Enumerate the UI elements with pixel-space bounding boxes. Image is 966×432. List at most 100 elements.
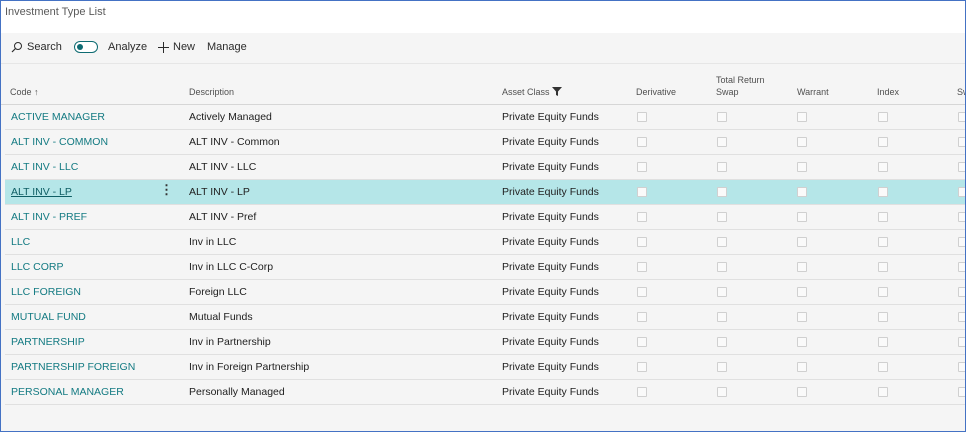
derivative-checkbox[interactable]	[637, 337, 647, 347]
table-row[interactable]: ALT INV - COMMON ALT INV - Common Private …	[5, 130, 965, 155]
code-link[interactable]: ALT INV - LLC	[11, 161, 78, 173]
table-row[interactable]: PARTNERSHIP FOREIGN Inv in Foreign Partne…	[5, 355, 965, 380]
index-checkbox[interactable]	[878, 137, 888, 147]
new-button[interactable]: New	[158, 41, 195, 53]
table-row[interactable]: PERSONAL MANAGER Personally Managed Privat…	[5, 380, 965, 405]
derivative-checkbox[interactable]	[637, 262, 647, 272]
column-header-warrant[interactable]: Warrant	[797, 87, 829, 97]
warrant-checkbox[interactable]	[797, 287, 807, 297]
code-link[interactable]: PARTNERSHIP	[11, 336, 85, 348]
table-row[interactable]: ALT INV - PREF ALT INV - Pref Private Equi…	[5, 205, 965, 230]
index-checkbox[interactable]	[878, 187, 888, 197]
column-header-total-return-swap-line1[interactable]: Total Return	[716, 75, 765, 85]
table-row[interactable]: ACTIVE MANAGER Actively Managed Private Eq…	[5, 105, 965, 130]
total-return-swap-checkbox[interactable]	[717, 262, 727, 272]
cut-off-checkbox[interactable]	[958, 212, 965, 222]
derivative-checkbox[interactable]	[637, 387, 647, 397]
table-row[interactable]: PARTNERSHIP Inv in Partnership Private Equ…	[5, 330, 965, 355]
index-checkbox[interactable]	[878, 162, 888, 172]
column-header-code[interactable]: Code ↑	[10, 87, 39, 97]
code-link[interactable]: PERSONAL MANAGER	[11, 386, 124, 398]
total-return-swap-checkbox[interactable]	[717, 387, 727, 397]
cut-off-checkbox[interactable]	[958, 137, 965, 147]
warrant-checkbox[interactable]	[797, 137, 807, 147]
warrant-checkbox[interactable]	[797, 337, 807, 347]
total-return-swap-checkbox[interactable]	[717, 287, 727, 297]
total-return-swap-checkbox[interactable]	[717, 137, 727, 147]
cut-off-checkbox[interactable]	[958, 112, 965, 122]
index-checkbox[interactable]	[878, 337, 888, 347]
derivative-checkbox[interactable]	[637, 137, 647, 147]
column-header-description[interactable]: Description	[189, 87, 234, 97]
cut-off-checkbox[interactable]	[958, 362, 965, 372]
column-header-derivative[interactable]: Derivative	[636, 87, 676, 97]
code-link[interactable]: LLC FOREIGN	[11, 286, 81, 298]
code-link[interactable]: ACTIVE MANAGER	[11, 111, 105, 123]
derivative-checkbox[interactable]	[637, 112, 647, 122]
cut-off-checkbox[interactable]	[958, 162, 965, 172]
table-row[interactable]: ALT INV - LP ⋮ ALT INV - LP Private Equity …	[5, 180, 965, 205]
warrant-checkbox[interactable]	[797, 112, 807, 122]
total-return-swap-checkbox[interactable]	[717, 112, 727, 122]
search-button[interactable]: Search	[11, 41, 62, 53]
total-return-swap-checkbox[interactable]	[717, 337, 727, 347]
index-checkbox[interactable]	[878, 387, 888, 397]
warrant-checkbox[interactable]	[797, 162, 807, 172]
derivative-checkbox[interactable]	[637, 237, 647, 247]
code-link[interactable]: ALT INV - COMMON	[11, 136, 108, 148]
code-link[interactable]: PARTNERSHIP FOREIGN	[11, 361, 135, 373]
index-checkbox[interactable]	[878, 287, 888, 297]
cut-off-checkbox[interactable]	[958, 287, 965, 297]
code-link[interactable]: ALT INV - LP	[11, 186, 72, 198]
column-header-cut-off[interactable]: Sw	[957, 87, 965, 97]
total-return-swap-checkbox[interactable]	[717, 212, 727, 222]
derivative-checkbox[interactable]	[637, 212, 647, 222]
row-menu-icon[interactable]: ⋮	[160, 183, 173, 196]
toggle-switch-icon[interactable]	[74, 41, 98, 53]
total-return-swap-checkbox[interactable]	[717, 187, 727, 197]
description-cell: Inv in Partnership	[189, 336, 271, 348]
warrant-checkbox[interactable]	[797, 312, 807, 322]
analyze-toggle[interactable]: Analyze	[74, 41, 147, 53]
cut-off-checkbox[interactable]	[958, 187, 965, 197]
derivative-checkbox[interactable]	[637, 362, 647, 372]
total-return-swap-checkbox[interactable]	[717, 312, 727, 322]
derivative-checkbox[interactable]	[637, 187, 647, 197]
derivative-checkbox[interactable]	[637, 162, 647, 172]
cut-off-checkbox[interactable]	[958, 262, 965, 272]
cut-off-checkbox[interactable]	[958, 387, 965, 397]
code-link[interactable]: LLC	[11, 236, 30, 248]
column-header-asset-class[interactable]: Asset Class	[502, 87, 563, 97]
warrant-checkbox[interactable]	[797, 262, 807, 272]
index-checkbox[interactable]	[878, 112, 888, 122]
index-checkbox[interactable]	[878, 237, 888, 247]
warrant-checkbox[interactable]	[797, 387, 807, 397]
column-header-index[interactable]: Index	[877, 87, 899, 97]
table-row[interactable]: LLC Inv in LLC Private Equity Funds	[5, 230, 965, 255]
index-checkbox[interactable]	[878, 262, 888, 272]
total-return-swap-checkbox[interactable]	[717, 237, 727, 247]
total-return-swap-checkbox[interactable]	[717, 162, 727, 172]
cut-off-checkbox[interactable]	[958, 312, 965, 322]
derivative-checkbox[interactable]	[637, 312, 647, 322]
table-row[interactable]: LLC FOREIGN Foreign LLC Private Equity Fun…	[5, 280, 965, 305]
code-link[interactable]: MUTUAL FUND	[11, 311, 86, 323]
index-checkbox[interactable]	[878, 312, 888, 322]
warrant-checkbox[interactable]	[797, 362, 807, 372]
warrant-checkbox[interactable]	[797, 212, 807, 222]
column-header-total-return-swap-line2[interactable]: Swap	[716, 87, 739, 97]
table-row[interactable]: MUTUAL FUND Mutual Funds Private Equity Fu…	[5, 305, 965, 330]
cut-off-checkbox[interactable]	[958, 237, 965, 247]
cut-off-checkbox[interactable]	[958, 337, 965, 347]
warrant-checkbox[interactable]	[797, 237, 807, 247]
manage-button[interactable]: Manage	[207, 41, 247, 53]
index-checkbox[interactable]	[878, 362, 888, 372]
table-row[interactable]: LLC CORP Inv in LLC C-Corp Private Equity …	[5, 255, 965, 280]
derivative-checkbox[interactable]	[637, 287, 647, 297]
code-link[interactable]: ALT INV - PREF	[11, 211, 87, 223]
index-checkbox[interactable]	[878, 212, 888, 222]
code-link[interactable]: LLC CORP	[11, 261, 64, 273]
warrant-checkbox[interactable]	[797, 187, 807, 197]
table-row[interactable]: ALT INV - LLC ALT INV - LLC Private Equity…	[5, 155, 965, 180]
total-return-swap-checkbox[interactable]	[717, 362, 727, 372]
